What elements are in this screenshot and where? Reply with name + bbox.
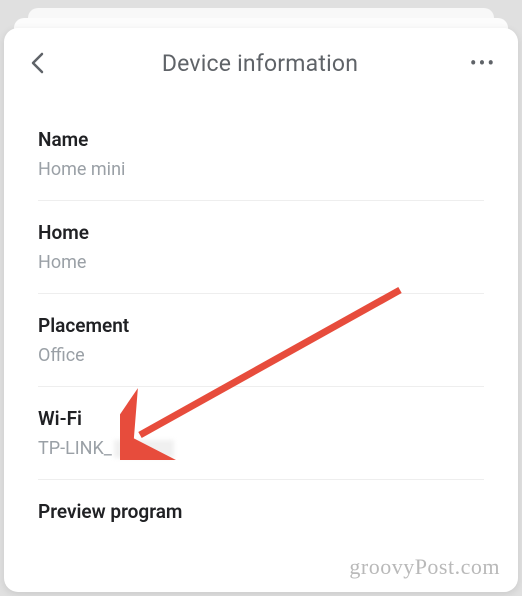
header-bar: Device information ••• — [4, 28, 518, 98]
preview-program-section[interactable]: Preview program — [38, 480, 484, 551]
home-value: Home — [38, 252, 484, 273]
placement-value: Office — [38, 345, 484, 366]
page-title: Device information — [52, 50, 468, 77]
wifi-section[interactable]: Wi-Fi TP-LINK_ — [38, 387, 484, 480]
placement-label: Placement — [38, 314, 484, 337]
name-section[interactable]: Name Home mini — [38, 108, 484, 201]
preview-program-label: Preview program — [38, 500, 484, 523]
watermark-text: groovyPost.com — [349, 554, 500, 580]
name-label: Name — [38, 128, 484, 151]
more-horizontal-icon: ••• — [470, 53, 496, 73]
wifi-value: TP-LINK_ — [38, 438, 112, 459]
back-button[interactable] — [22, 48, 52, 78]
wifi-value-container: TP-LINK_ — [38, 438, 174, 459]
name-value: Home mini — [38, 159, 484, 180]
content-area: Name Home mini Home Home Placement Offic… — [4, 98, 518, 551]
wifi-blurred-suffix — [114, 440, 174, 458]
home-section[interactable]: Home Home — [38, 201, 484, 294]
placement-section[interactable]: Placement Office — [38, 294, 484, 387]
more-options-button[interactable]: ••• — [468, 48, 498, 78]
device-info-card: Device information ••• Name Home mini Ho… — [4, 28, 518, 592]
chevron-left-icon — [30, 52, 44, 74]
home-label: Home — [38, 221, 484, 244]
wifi-label: Wi-Fi — [38, 407, 484, 430]
